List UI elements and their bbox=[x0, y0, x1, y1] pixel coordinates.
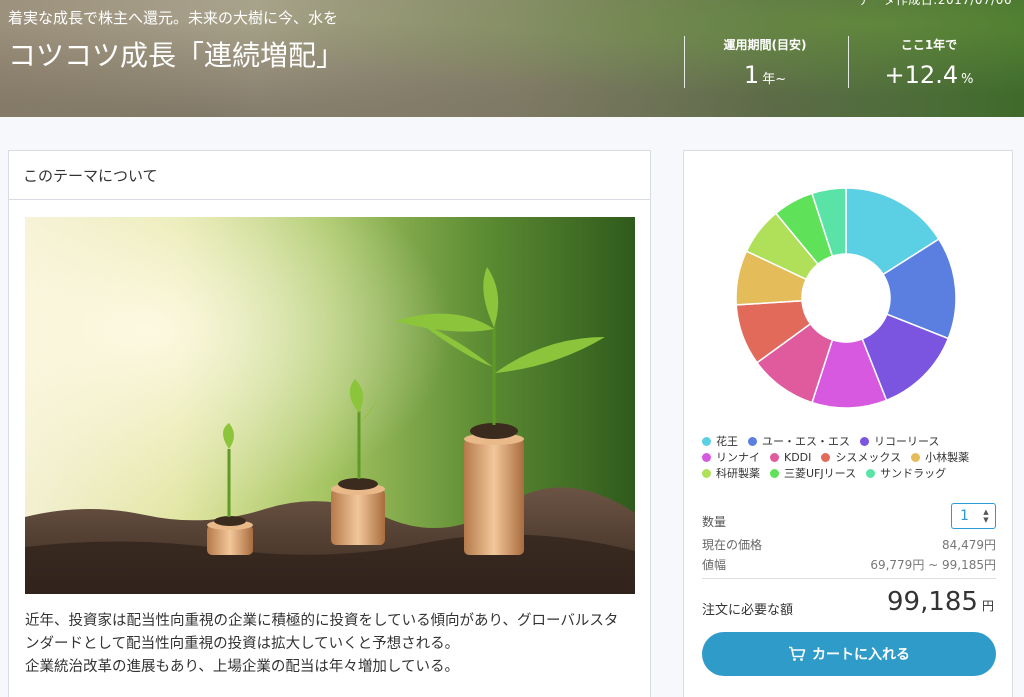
theme-about-card: このテーマについて 近年、投資家は配当性向重視の企業に積極的に投資をしている傾向… bbox=[8, 150, 651, 697]
theme-photo bbox=[25, 217, 635, 594]
stat-period-number: 1 bbox=[743, 61, 760, 89]
range-value: 69,779円 ~ 99,185円 bbox=[870, 558, 996, 572]
divider bbox=[848, 36, 849, 88]
quantity-row: 数量 1 ▲ ▼ bbox=[702, 503, 996, 531]
description-line: 近年、投資家は配当性向重視の企業に積極的に投資をしている傾向があり、グローバルス… bbox=[25, 613, 619, 629]
legend-item: サンドラッグ bbox=[866, 465, 946, 481]
description-line: 企業統治改革の進展もあり、上場企業の配当は年々増加している。 bbox=[25, 659, 459, 675]
stat-period: 運用期間(目安) 1 年~ bbox=[684, 36, 846, 89]
portfolio-legend: 花王 ユー・エス・エス リコーリース リンナイ KDDI シスメックス 小林製薬… bbox=[702, 433, 1002, 481]
description-line: ンダードとして配当性向重視の投資は拡大していくと予想される。 bbox=[25, 636, 460, 652]
legend-item: KDDI bbox=[770, 449, 811, 465]
legend-item: リコーリース bbox=[860, 433, 939, 449]
stat-return: ここ1年で +12.4% bbox=[848, 36, 1010, 89]
theme-title: コツコツ成長「連続増配」 bbox=[8, 39, 345, 72]
data-date: データ作成日:2017/07/06 bbox=[858, 0, 1012, 7]
stat-return-number: +12.4 bbox=[884, 61, 959, 89]
theme-subtitle: 着実な成長で株主へ還元。未来の大樹に今、水を bbox=[8, 9, 339, 27]
coin-stack-small bbox=[207, 516, 253, 555]
total-label: 注文に必要な額 bbox=[702, 603, 794, 618]
legend-item: ユー・エス・エス bbox=[748, 433, 850, 449]
hero-banner: データ作成日:2017/07/06 着実な成長で株主へ還元。未来の大樹に今、水を… bbox=[0, 0, 1024, 117]
order-card: 花王 ユー・エス・エス リコーリース リンナイ KDDI シスメックス 小林製薬… bbox=[683, 150, 1013, 697]
theme-description: 近年、投資家は配当性向重視の企業に積極的に投資をしている傾向があり、グローバルス… bbox=[25, 610, 635, 679]
coins-plants-illustration bbox=[25, 217, 635, 594]
stat-return-value: +12.4% bbox=[848, 61, 1010, 89]
coin-stack-large bbox=[464, 423, 524, 555]
cart-icon bbox=[789, 646, 806, 661]
legend-item: 科研製薬 bbox=[702, 465, 760, 481]
stat-return-unit: % bbox=[961, 72, 974, 87]
range-row: 値幅 69,779円 ~ 99,185円 bbox=[702, 556, 996, 573]
quantity-label: 数量 bbox=[702, 515, 727, 529]
stepper-arrows-icon[interactable]: ▲ ▼ bbox=[982, 508, 990, 524]
quantity-value: 1 bbox=[960, 508, 969, 524]
stat-period-label: 運用期間(目安) bbox=[723, 38, 807, 52]
stat-return-label: ここ1年で bbox=[900, 38, 958, 52]
total-unit: 円 bbox=[981, 599, 994, 613]
stat-period-unit: 年~ bbox=[762, 72, 787, 87]
quantity-stepper[interactable]: 1 ▲ ▼ bbox=[951, 503, 996, 529]
add-to-cart-button[interactable]: カートに入れる bbox=[702, 632, 996, 676]
portfolio-donut-chart bbox=[735, 187, 957, 409]
legend-item: リンナイ bbox=[702, 449, 760, 465]
legend-item: 三菱UFJリース bbox=[770, 465, 856, 481]
price-label: 現在の価格 bbox=[702, 538, 763, 552]
coin-stack-medium bbox=[331, 478, 385, 545]
range-label: 値幅 bbox=[702, 558, 727, 572]
about-header: このテーマについて bbox=[9, 151, 650, 200]
legend-item: シスメックス bbox=[821, 449, 901, 465]
total-number: 99,185 bbox=[887, 587, 978, 617]
legend-item: 小林製薬 bbox=[911, 449, 969, 465]
divider bbox=[702, 578, 996, 579]
stat-period-value: 1 年~ bbox=[684, 61, 846, 89]
divider bbox=[684, 36, 685, 88]
cart-button-label: カートに入れる bbox=[812, 647, 910, 663]
price-row: 現在の価格 84,479円 bbox=[702, 536, 996, 553]
total-amount: 99,185 円 bbox=[887, 587, 994, 617]
price-value: 84,479円 bbox=[942, 538, 996, 552]
legend-item: 花王 bbox=[702, 433, 738, 449]
